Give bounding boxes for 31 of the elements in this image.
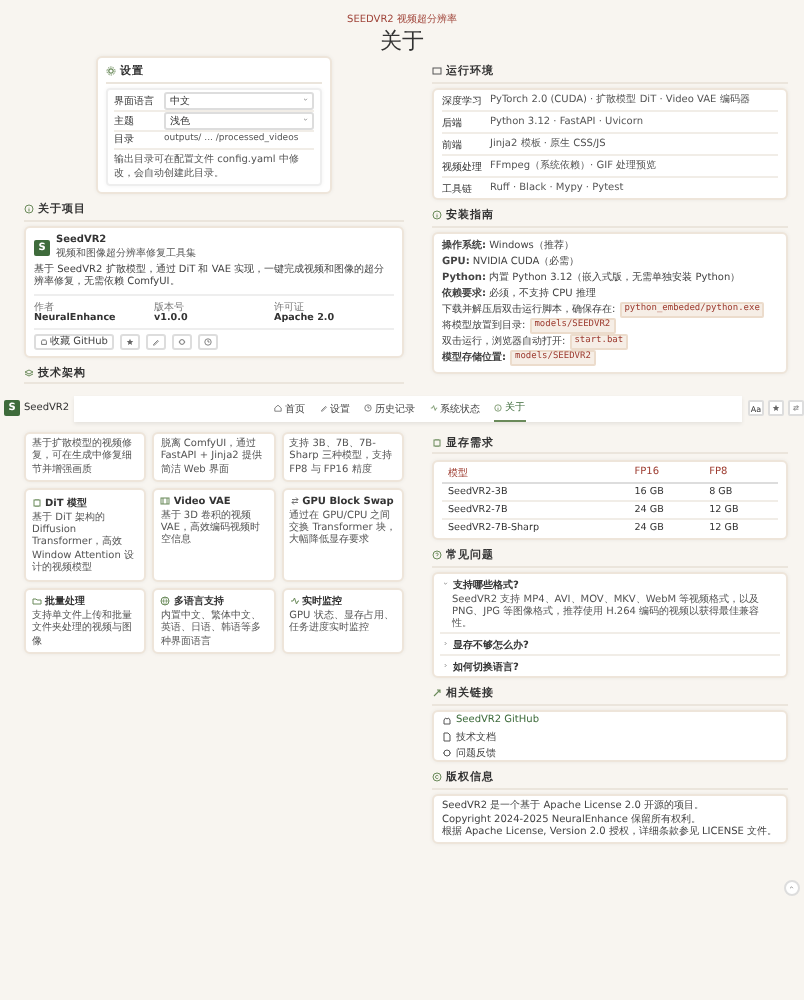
switch-button[interactable] [788,400,804,416]
info-icon [494,403,502,411]
document-icon [442,731,452,741]
copyright-icon [432,772,442,782]
settings-icon [106,66,116,76]
feature-icon [160,596,171,606]
page-title: 关于 [378,26,426,56]
clock-icon [203,337,212,345]
pencil-icon [319,404,327,412]
pulse-icon [429,404,437,412]
pencil-icon [151,337,160,345]
star-icon [125,337,134,345]
star-icon [772,404,780,412]
feature-icon [32,596,42,606]
feature-icon [289,496,300,507]
star-button[interactable] [119,333,140,349]
feature-icon [160,496,171,507]
home-icon [274,404,282,412]
box-icon [432,66,442,76]
swap-icon [792,404,800,412]
layers-icon [24,367,34,377]
feature-icon [32,497,42,508]
chip-icon [432,437,442,447]
link-icon [432,688,442,698]
info-icon [432,210,442,220]
help-icon [432,550,442,560]
feature-icon [289,596,300,606]
info-icon [24,204,34,214]
clock-button[interactable] [197,333,218,349]
favorite-button[interactable] [768,400,784,416]
clock-icon [364,404,372,412]
